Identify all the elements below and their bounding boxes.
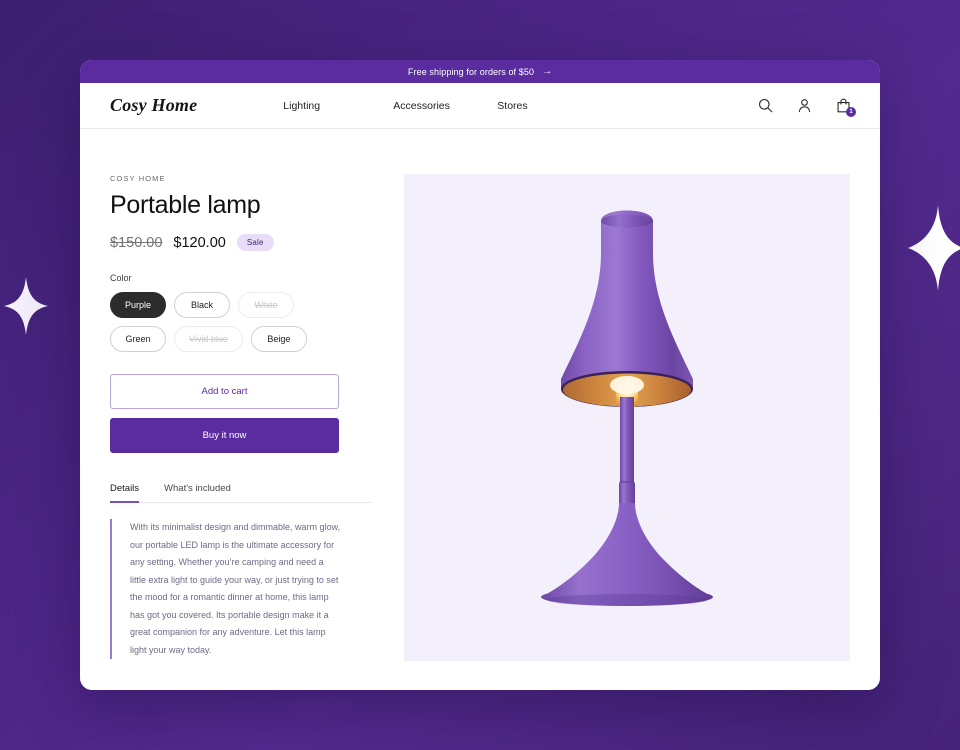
add-to-cart-button[interactable]: Add to cart xyxy=(110,374,339,409)
product-tabs: Details What's included xyxy=(110,483,372,503)
color-swatch-white: White xyxy=(238,292,295,318)
cart-count-badge: 1 xyxy=(846,107,856,117)
product-image-panel[interactable] xyxy=(404,174,850,661)
tab-details[interactable]: Details xyxy=(110,483,140,503)
price-row: $150.00 $120.00 Sale xyxy=(110,234,372,251)
logo[interactable]: Cosy Home xyxy=(110,95,197,116)
color-option-label: Color xyxy=(110,273,132,283)
product-info-column: COSY HOME Portable lamp $150.00 $120.00 … xyxy=(110,174,372,661)
site-header: Cosy Home Lighting Accessories Stores 1 xyxy=(80,83,880,129)
nav-item-accessories[interactable]: Accessories xyxy=(393,100,497,112)
color-swatch-beige[interactable]: Beige xyxy=(250,326,307,352)
status-badge-sale: Sale xyxy=(236,234,274,251)
product-page: COSY HOME Portable lamp $150.00 $120.00 … xyxy=(80,129,880,661)
color-swatch-black[interactable]: Black xyxy=(174,292,231,318)
page-title: Portable lamp xyxy=(110,191,261,219)
product-description: With its minimalist design and dimmable,… xyxy=(110,519,342,659)
shopping-bag-icon[interactable]: 1 xyxy=(835,97,856,117)
color-swatch-group: Purple Black White Green Vivid blue Beig… xyxy=(110,292,345,352)
color-swatch-purple[interactable]: Purple xyxy=(110,292,167,318)
product-media-column xyxy=(404,174,850,661)
nav-item-lighting[interactable]: Lighting xyxy=(283,100,393,112)
color-swatch-vivid-blue: Vivid blue xyxy=(174,326,243,352)
buy-it-now-button[interactable]: Buy it now xyxy=(110,418,339,453)
price-current: $120.00 xyxy=(173,234,226,251)
product-vendor: COSY HOME xyxy=(110,174,166,183)
site-card: Free shipping for orders of $50 → Cosy H… xyxy=(80,60,880,690)
sparkle-left-icon xyxy=(4,277,48,335)
nav-item-stores[interactable]: Stores xyxy=(497,100,597,112)
color-swatch-green[interactable]: Green xyxy=(110,326,166,352)
price-compare-at: $150.00 xyxy=(110,234,163,251)
product-image xyxy=(404,174,850,661)
account-icon[interactable] xyxy=(796,97,813,114)
announcement-bar[interactable]: Free shipping for orders of $50 → xyxy=(80,60,880,83)
arrow-right-icon: → xyxy=(542,65,553,77)
header-icon-group: 1 xyxy=(757,97,856,117)
main-nav: Lighting Accessories Stores xyxy=(283,100,597,112)
sparkle-right-icon xyxy=(908,205,960,291)
search-icon[interactable] xyxy=(757,97,774,114)
tab-whats-included[interactable]: What's included xyxy=(164,483,231,502)
announcement-text: Free shipping for orders of $50 xyxy=(407,66,535,77)
